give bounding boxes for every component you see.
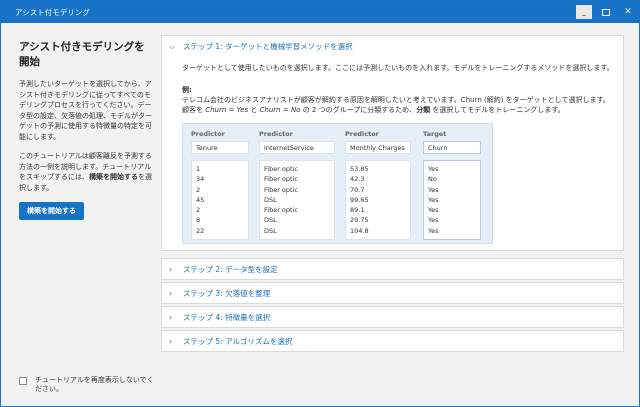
column-values: Fiber optic Fiber optic Fiber optic DSL Fibe… — [259, 160, 335, 241]
cell: 8 — [196, 216, 201, 225]
sidebar-intro-text: 予測したいターゲットを選択してから、アシスト付きモデリングに従ってすべてのモデリ… — [19, 80, 152, 141]
cell: 53.85 — [350, 165, 369, 173]
sidebar-heading: アシスト付きモデリングを開始 — [19, 41, 145, 68]
assisted-modeling-window: アシスト付モデリング _ ✕ アシスト付きモデリングを開始 予測したいターゲット… — [0, 0, 640, 407]
cell: Fiber optic — [264, 185, 298, 194]
step-panel-3[interactable]: › ステップ 3: 欠落値を整理 — [161, 282, 624, 304]
tutorial-sidebar: アシスト付きモデリングを開始 予測したいターゲットを選択してから、アシスト付きモ… — [1, 23, 161, 406]
example-label: 例: — [182, 86, 192, 94]
dont-show-again-checkbox[interactable] — [19, 377, 27, 385]
step-panel-4[interactable]: › ステップ 4: 特徴量を選択 — [161, 306, 624, 328]
cell: No — [428, 175, 437, 184]
column-values: 1 34 2 45 2 8 22 — [191, 160, 249, 241]
example-data-table: Predictor Tenure 1 34 2 45 2 8 22 Predictor In… — [182, 123, 493, 244]
minimize-button[interactable]: _ — [576, 5, 592, 19]
cell: Yes — [428, 226, 439, 235]
cell: Yes — [428, 195, 439, 204]
sidebar-tutorial-text: このチュートリアルは顧客離反を予測する方法の一例を説明します。チュートリアルをス… — [19, 152, 152, 192]
step-label-5: ステップ 5: アルゴリズムを選択 — [183, 337, 293, 346]
example-line-1: テレコム会社のビジネスアナリストが顧客が解約する原因を解明したいと考えています。… — [182, 96, 610, 104]
cell: 29.75 — [350, 216, 369, 225]
minimize-icon: _ — [582, 8, 586, 16]
title-bar: アシスト付モデリング _ ✕ — [1, 1, 639, 23]
chevron-down-icon: ⌵ — [169, 41, 176, 51]
cell: Fiber optic — [264, 165, 298, 173]
column-monthly-charges: Predictor Monthly Charges 53.85 42.3 70.7 9… — [345, 130, 411, 241]
step1-description: ターゲットとして使用したいものを選択します。ここには予測したいものを入れます。モ… — [182, 64, 614, 72]
step-label-4: ステップ 4: 特徴量を選択 — [183, 313, 271, 322]
maximize-icon — [602, 8, 610, 16]
column-tenure: Predictor Tenure 1 34 2 45 2 8 22 — [191, 130, 249, 241]
cell: 45 — [196, 195, 205, 204]
cell: 2 — [196, 185, 201, 194]
window-title: アシスト付モデリング — [15, 7, 90, 17]
example-line-2: 顧客を Churn = Yes と Churn = No の 2 つのグループに… — [182, 106, 565, 114]
step-header-5[interactable]: › ステップ 5: アルゴリズムを選択 — [162, 331, 623, 352]
step-header-1[interactable]: ⌵ ステップ 1: ターゲットと機械学習メソッドを選択 — [162, 36, 623, 57]
chevron-right-icon: › — [169, 289, 173, 298]
cell: Yes — [428, 206, 439, 215]
steps-area: ⌵ ステップ 1: ターゲットと機械学習メソッドを選択 ターゲットとして使用した… — [161, 35, 624, 354]
step-panel-2[interactable]: › ステップ 2: データ型を設定 — [161, 258, 624, 280]
step-label-2: ステップ 2: データ型を設定 — [183, 265, 278, 274]
step-header-3[interactable]: › ステップ 3: 欠落値を整理 — [162, 283, 623, 304]
column-name: InternetService — [259, 141, 335, 154]
step-panel-1: ⌵ ステップ 1: ターゲットと機械学習メソッドを選択 ターゲットとして使用した… — [161, 35, 624, 251]
cell: 89.1 — [350, 206, 365, 215]
close-button[interactable]: ✕ — [617, 1, 639, 23]
cell: Yes — [428, 216, 439, 225]
column-role: Predictor — [191, 130, 225, 138]
cell: DSL — [264, 226, 277, 235]
cell: DSL — [264, 216, 277, 225]
cell: 2 — [196, 206, 201, 215]
column-name: Churn — [423, 141, 481, 154]
dont-show-again[interactable]: チュートリアルを再度表示しないでください。 — [19, 376, 159, 394]
cell: 1 — [196, 165, 201, 173]
column-role: Predictor — [345, 130, 379, 138]
cell: Yes — [428, 165, 439, 173]
column-churn-target: Target Churn Yes No Yes Yes Yes Yes Yes — [423, 130, 481, 241]
chevron-right-icon: › — [169, 337, 173, 346]
column-name: Tenure — [191, 141, 249, 154]
step-panel-5[interactable]: › ステップ 5: アルゴリズムを選択 — [161, 330, 624, 352]
step-body-1: ターゲットとして使用したいものを選択します。ここには予測したいものを入れます。モ… — [162, 57, 623, 250]
column-values: Yes No Yes Yes Yes Yes Yes — [423, 160, 481, 241]
column-name: Monthly Charges — [345, 141, 411, 154]
cell: Yes — [428, 185, 439, 194]
close-icon: ✕ — [624, 7, 632, 17]
step-label-3: ステップ 3: 欠落値を整理 — [183, 289, 271, 298]
column-role: Target — [423, 130, 447, 138]
chevron-right-icon: › — [169, 265, 173, 274]
column-internetservice: Predictor InternetService Fiber optic Fib… — [259, 130, 335, 241]
cell: DSL — [264, 195, 277, 204]
start-building-button[interactable]: 構築を開始する — [19, 202, 84, 220]
step-header-4[interactable]: › ステップ 4: 特徴量を選択 — [162, 307, 623, 328]
maximize-button[interactable] — [595, 1, 617, 23]
step-header-2[interactable]: › ステップ 2: データ型を設定 — [162, 259, 623, 280]
cell: Fiber optic — [264, 206, 298, 215]
cell: 99.65 — [350, 195, 369, 204]
cell: 42.3 — [350, 175, 365, 184]
step-label-1: ステップ 1: ターゲットと機械学習メソッドを選択 — [183, 42, 353, 51]
cell: Fiber optic — [264, 175, 298, 184]
dont-show-again-label: チュートリアルを再度表示しないでください。 — [35, 376, 154, 393]
cell: 70.7 — [350, 185, 365, 194]
chevron-right-icon: › — [169, 313, 173, 322]
column-role: Predictor — [259, 130, 293, 138]
cell: 34 — [196, 175, 205, 184]
cell: 104.8 — [350, 226, 369, 235]
cell: 22 — [196, 226, 205, 235]
column-values: 53.85 42.3 70.7 99.65 89.1 29.75 104.8 — [345, 160, 411, 241]
